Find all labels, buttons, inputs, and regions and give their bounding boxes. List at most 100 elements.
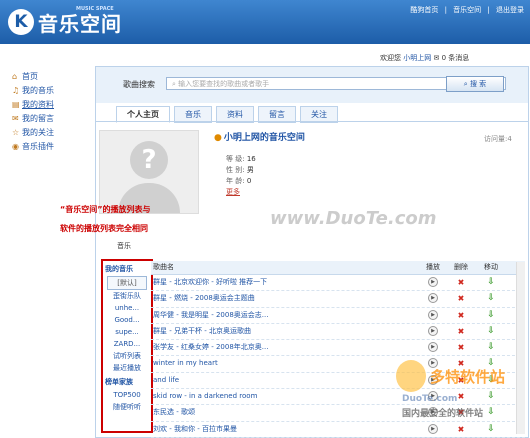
chart-item[interactable]: 随便听听: [103, 401, 151, 413]
home-icon: ⌂: [12, 72, 18, 81]
message-count: 0: [441, 54, 447, 62]
music-icon: ♫: [12, 86, 20, 95]
nav-home[interactable]: ⌂ 首页: [12, 70, 92, 84]
duote-brand: 多特软件站: [430, 368, 506, 386]
playlist-item[interactable]: 歪街乐队: [103, 290, 151, 302]
info-value: 男: [246, 166, 254, 174]
move-icon: ⇩: [487, 293, 495, 304]
move-button[interactable]: ⇩: [481, 291, 501, 306]
welcome-bar: 欢迎您 小明上网 ✉ 0 条消息: [380, 53, 469, 63]
link-logout[interactable]: 退出登录: [496, 6, 524, 14]
playlist-item[interactable]: [默认]: [107, 276, 147, 290]
song-row[interactable]: 群星 - 北京欢迎你 - 好听啦 推荐一下 ▶ ✖ ⇩: [151, 275, 525, 292]
link-music-space[interactable]: 音乐空间: [453, 6, 481, 14]
col-play: 播放: [426, 263, 440, 271]
mascot-icon: [396, 360, 426, 392]
delete-button[interactable]: ✖: [451, 340, 471, 356]
nav-my-messages[interactable]: ✉ 我的留言: [12, 112, 92, 126]
song-title[interactable]: 刘欢 - 我和你 - 百拉市果曼: [153, 422, 237, 437]
nav-label: 我的留言: [22, 114, 54, 123]
play-button[interactable]: ▶: [423, 308, 443, 323]
nav-label: 首页: [22, 72, 38, 81]
info-gender: 性 别: 男: [226, 165, 256, 176]
song-row[interactable]: 张学友 - 红桑女婷 - 2008年北京奥... ▶ ✖ ⇩: [151, 340, 525, 357]
profile-info: 等 级: 16 性 别: 男 年 龄: 0 更多: [226, 154, 256, 198]
music-section-label: 音乐: [117, 242, 131, 250]
delete-icon: ✖: [457, 278, 465, 287]
separator: |: [487, 6, 490, 14]
song-title[interactable]: 张学友 - 红桑女婷 - 2008年北京奥...: [153, 340, 268, 355]
profile-tabs: 个人主页 音乐 资料 留言 关注: [116, 106, 342, 123]
nav-label: 我的关注: [22, 128, 54, 137]
playlist-item[interactable]: 试听列表: [103, 350, 151, 362]
song-title[interactable]: winter in my heart: [153, 356, 218, 371]
chart-item[interactable]: TOP500: [103, 389, 151, 401]
song-title[interactable]: 周华健 - 我是明星 - 2008奥运会志...: [153, 308, 268, 323]
delete-button[interactable]: ✖: [451, 324, 471, 340]
nav-my-follows[interactable]: ☆ 我的关注: [12, 126, 92, 140]
song-title[interactable]: 东民选 - 歌颂: [153, 405, 195, 420]
move-icon: ⇩: [487, 309, 495, 320]
playlist-panel: 我的音乐 [默认] 歪街乐队 unhe... Good... supe... Z…: [101, 259, 153, 433]
mail-icon[interactable]: ✉: [433, 54, 439, 62]
charts-heading: 榜单家族: [105, 378, 133, 386]
username-link[interactable]: 小明上网: [403, 54, 431, 62]
move-button[interactable]: ⇩: [481, 324, 501, 339]
nav-label: 我的资料: [22, 100, 54, 109]
plugin-icon: ◉: [12, 142, 19, 151]
playlist-item[interactable]: 最近播放: [103, 362, 151, 374]
search-button[interactable]: ⌕ 搜 索: [446, 76, 504, 92]
duote-site-logo: 多特软件站 DuoTe.com 国内最安全的软件站: [396, 360, 526, 430]
info-value: 0: [246, 177, 252, 185]
col-song-name: 歌曲名: [153, 263, 174, 271]
song-title[interactable]: 群星 - 燃烧 - 2008奥运会主题曲: [153, 291, 255, 306]
play-icon: ▶: [428, 325, 438, 336]
link-kugou-home[interactable]: 酷狗首页: [410, 6, 438, 14]
playlist-item[interactable]: supe...: [103, 326, 151, 338]
move-button[interactable]: ⇩: [481, 340, 501, 355]
follow-icon: ☆: [12, 128, 20, 137]
col-move: 移动: [484, 263, 498, 271]
delete-button[interactable]: ✖: [451, 291, 471, 307]
delete-icon: ✖: [457, 310, 465, 320]
info-level: 等 级: 16: [226, 154, 256, 165]
song-title[interactable]: and life: [153, 373, 179, 388]
move-button[interactable]: ⇩: [481, 275, 501, 290]
song-row[interactable]: 周华健 - 我是明星 - 2008奥运会志... ▶ ✖ ⇩: [151, 308, 525, 324]
profile-title: ● 小明上网的音乐空间: [214, 130, 305, 143]
nav-music-plugin[interactable]: ◉ 音乐插件: [12, 140, 92, 154]
nav-my-music[interactable]: ♫ 我的音乐: [12, 84, 92, 98]
duote-slogan: 国内最安全的软件站: [402, 409, 484, 419]
play-button[interactable]: ▶: [423, 340, 443, 355]
move-button[interactable]: ⇩: [481, 308, 501, 323]
kugou-logo-icon: K: [8, 9, 34, 35]
delete-button[interactable]: ✖: [451, 308, 471, 324]
song-row[interactable]: 群星 - 燃烧 - 2008奥运会主题曲 ▶ ✖ ⇩: [151, 291, 525, 308]
info-label: 等 级:: [226, 155, 245, 163]
more-link[interactable]: 更多: [226, 187, 256, 198]
play-icon: ▶: [428, 293, 438, 304]
message-text[interactable]: 条消息: [448, 54, 469, 62]
move-icon: ⇩: [487, 325, 495, 336]
annotation: “音乐空间”的播放列表与 软件的播放列表完全相同: [60, 200, 151, 238]
play-button[interactable]: ▶: [423, 324, 443, 339]
chat-bubble-icon: ●: [214, 133, 222, 143]
info-label: 性 别:: [226, 166, 245, 174]
nav-my-profile[interactable]: ▤ 我的资料: [12, 98, 92, 112]
playlist-item[interactable]: unhe...: [103, 302, 151, 314]
delete-icon: ✖: [457, 343, 465, 353]
search-placeholder: 输入您要查找的歌曲或者歌手: [178, 80, 270, 88]
play-button[interactable]: ▶: [423, 291, 443, 306]
song-title[interactable]: 群星 - 兄弟干杯 - 北京奥运歌曲: [153, 324, 251, 339]
playlist-item[interactable]: ZARD...: [103, 338, 151, 350]
playlist-item[interactable]: Good...: [103, 314, 151, 326]
play-button[interactable]: ▶: [423, 275, 443, 290]
play-icon: ▶: [428, 309, 438, 320]
info-age: 年 龄: 0: [226, 176, 256, 187]
song-row[interactable]: 群星 - 兄弟干杯 - 北京奥运歌曲 ▶ ✖ ⇩: [151, 324, 525, 341]
annotation-line-1: “音乐空间”的播放列表与: [60, 205, 151, 214]
song-title[interactable]: skid row - in a darkened room: [153, 389, 257, 404]
delete-button[interactable]: ✖: [451, 275, 471, 291]
info-label: 年 龄:: [226, 177, 245, 185]
song-title[interactable]: 群星 - 北京欢迎你 - 好听啦 推荐一下: [153, 275, 267, 290]
